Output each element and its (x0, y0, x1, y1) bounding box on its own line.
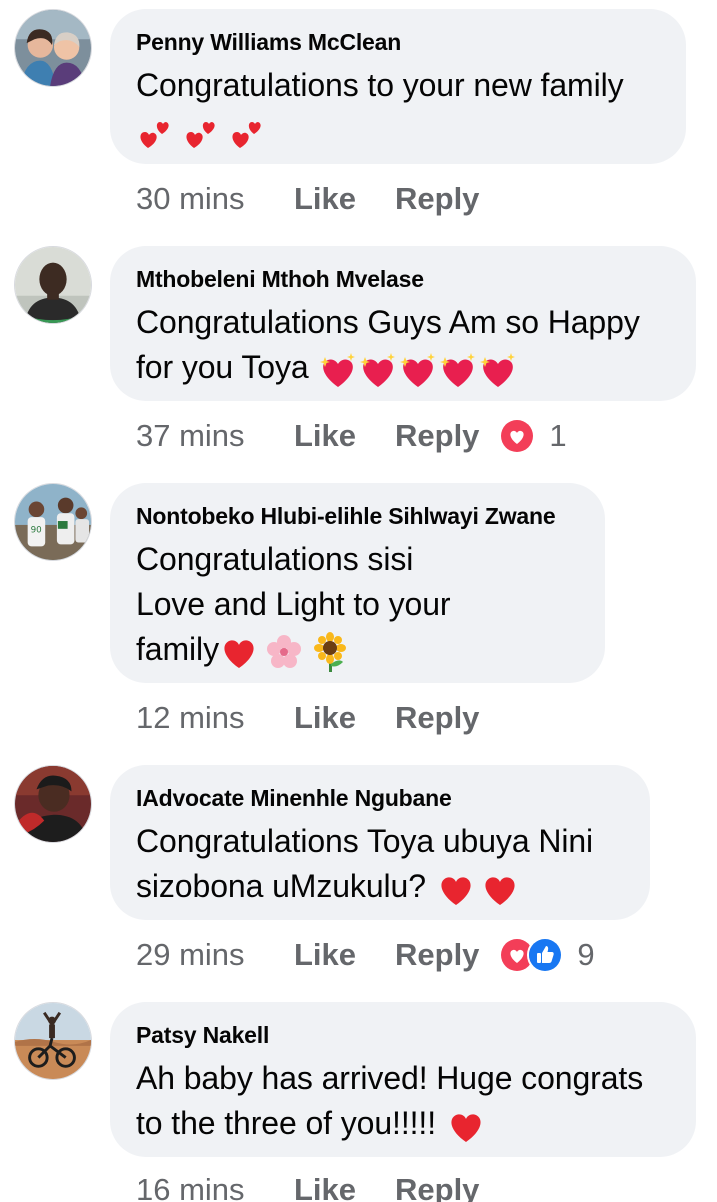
comment-text: Congratulations Toya ubuya Nini sizobona… (136, 819, 624, 909)
comment-timestamp[interactable]: 16 mins (136, 1172, 294, 1202)
comment-line: Congratulations to your new family (136, 67, 624, 103)
comment-line: Congratulations Toya ubuya Nini (136, 823, 594, 859)
comment-text: Ah baby has arrived! Huge congrats to th… (136, 1056, 670, 1146)
comment-line: to the three of you!!!!! (136, 1105, 437, 1141)
avatar[interactable] (14, 246, 92, 324)
two-hearts-icon (136, 114, 174, 152)
profile-photo-cyclist-icon (15, 1003, 91, 1079)
reaction-count: 9 (577, 937, 595, 972)
comment-line: Love and Light to your (136, 586, 451, 622)
sparkling-heart-icon (437, 351, 479, 389)
comment-bubble: Patsy Nakell Ah baby has arrived! Huge c… (110, 1002, 696, 1157)
two-hearts-icon (228, 114, 266, 152)
comment-author[interactable]: Mthobeleni Mthoh Mvelase (136, 264, 670, 294)
comment-bubble: IAdvocate Minenhle Ngubane Congratulatio… (110, 765, 650, 920)
avatar[interactable] (14, 1002, 92, 1080)
like-button[interactable]: Like (294, 418, 395, 454)
comment-actions: 30 mins Like Reply (136, 179, 479, 219)
comment-line: Congratulations Guys Am so Happy (136, 304, 640, 340)
red-heart-icon (480, 871, 520, 907)
comment-line: for you Toya (136, 349, 309, 385)
comment-text: Congratulations to your new family (136, 63, 660, 153)
comment-timestamp[interactable]: 29 mins (136, 937, 294, 973)
comment-author[interactable]: Penny Williams McClean (136, 27, 660, 57)
sparkling-heart-icon (317, 351, 359, 389)
avatar[interactable]: 90 (14, 483, 92, 561)
comment-line-with-emoji: for you Toya (136, 345, 670, 390)
red-heart-icon (446, 1108, 486, 1144)
comment-author[interactable]: IAdvocate Minenhle Ngubane (136, 783, 624, 813)
svg-text:90: 90 (31, 526, 42, 536)
sparkling-heart-icon (477, 351, 519, 389)
two-hearts-icon (182, 114, 220, 152)
comment-line: Ah baby has arrived! Huge congrats (136, 1060, 644, 1096)
reply-button[interactable]: Reply (395, 1172, 479, 1202)
comment-line-with-emoji: to the three of you!!!!! (136, 1101, 670, 1146)
comment-timestamp[interactable]: 30 mins (136, 181, 294, 217)
profile-photo-woman-icon (15, 766, 91, 842)
comment-timestamp[interactable]: 12 mins (136, 700, 294, 736)
profile-photo-two-women-icon (15, 10, 91, 86)
cherry-blossom-icon (265, 633, 303, 671)
red-heart-icon (219, 634, 259, 670)
like-button[interactable]: Like (294, 937, 395, 973)
comment-actions: 12 mins Like Reply (136, 698, 479, 738)
emoji-row (136, 108, 660, 153)
comment-line-with-emoji: sizobona uMzukulu? (136, 864, 624, 909)
comment-author[interactable]: Patsy Nakell (136, 1020, 670, 1050)
reaction-summary[interactable]: 1 (499, 418, 567, 454)
comment-actions: 29 mins Like Reply 9 (136, 935, 595, 975)
comment-line: Congratulations sisi (136, 541, 414, 577)
comment-actions: 16 mins Like Reply (136, 1170, 479, 1202)
sparkling-heart-icon (397, 351, 439, 389)
reply-button[interactable]: Reply (395, 181, 479, 217)
reply-button[interactable]: Reply (395, 418, 479, 454)
like-button[interactable]: Like (294, 700, 395, 736)
comment-text: Congratulations sisi Love and Light to y… (136, 537, 579, 672)
comment-bubble: Mthobeleni Mthoh Mvelase Congratulations… (110, 246, 696, 401)
red-heart-icon (436, 871, 476, 907)
avatar[interactable] (14, 9, 92, 87)
comment-text: Congratulations Guys Am so Happy for you… (136, 300, 670, 390)
reply-button[interactable]: Reply (395, 700, 479, 736)
comment-line: family (136, 631, 219, 667)
comment-actions: 37 mins Like Reply 1 (136, 416, 567, 456)
reply-button[interactable]: Reply (395, 937, 479, 973)
like-reaction-icon (527, 937, 564, 973)
comment-author[interactable]: Nontobeko Hlubi-elihle Sihlwayi Zwane (136, 501, 579, 531)
like-button[interactable]: Like (294, 181, 395, 217)
comment-timestamp[interactable]: 37 mins (136, 418, 294, 454)
sparkling-heart-icon (357, 351, 399, 389)
love-reaction-icon (499, 418, 536, 454)
comment-bubble: Nontobeko Hlubi-elihle Sihlwayi Zwane Co… (110, 483, 605, 683)
avatar[interactable] (14, 765, 92, 843)
comment-line-with-emoji: family (136, 627, 579, 672)
reaction-count: 1 (549, 418, 567, 453)
emoji-row (317, 349, 519, 387)
comment-bubble: Penny Williams McClean Congratulations t… (110, 9, 686, 164)
profile-photo-man-icon (15, 247, 91, 323)
comment-feed: Penny Williams McClean Congratulations t… (0, 0, 717, 1202)
comment-line: sizobona uMzukulu? (136, 868, 426, 904)
sunflower-icon (311, 631, 349, 672)
profile-photo-group-icon: 90 (15, 484, 91, 560)
reaction-summary[interactable]: 9 (499, 937, 595, 973)
like-button[interactable]: Like (294, 1172, 395, 1202)
